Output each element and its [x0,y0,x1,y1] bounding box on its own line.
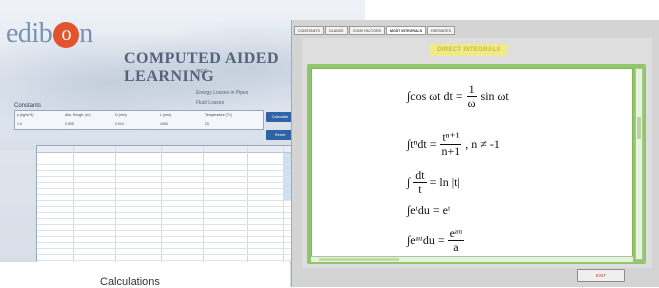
formula-lhs: ∫ [407,175,411,189]
tab-glance[interactable]: GLANCE [324,26,348,35]
constants-value[interactable]: 0.014 [115,122,124,126]
calculate-button[interactable]: Calculate [266,112,294,122]
formula-rhs: sin ωt [480,89,509,103]
tab-constants[interactable]: CONSTANTS [294,26,324,35]
formula-rhs: , n ≠ -1 [465,137,500,151]
constants-value[interactable]: 0.005 [65,122,74,126]
constants-label: Constants [14,103,42,109]
formula-lhs: ∫eᵃᵘdu = [407,233,445,247]
table-row[interactable] [37,255,297,261]
constants-value[interactable]: 20 [205,122,209,126]
fraction-numerator: tⁿ⁺¹ [440,130,462,145]
panel-title: DIRECT INTEGRALS [430,44,508,56]
fraction-numerator: eᵃᵘ [447,226,465,241]
exit-button[interactable]: EXIT [577,269,625,282]
experiment-name: Energy Losses in Pipes [196,90,249,96]
tab-strip: CONSTANTS GLANCE CONV FACTORS MOST INTEG… [294,26,455,35]
constants-value[interactable]: 1000 [160,122,168,126]
results-grid [36,145,298,263]
constants-header: D (mm) [115,113,127,117]
formula-lhs: ∫tⁿdt = [407,137,437,151]
constants-header: p (kg/m^3) [17,113,34,117]
formula-fraction: eᵃᵘ a [447,226,465,254]
formula-fraction: tⁿ⁺¹ n+1 [440,131,463,158]
constants-header: Temperature (°C) [205,113,232,117]
results-grid-header [37,146,297,153]
constants-header: L (mm) [160,113,171,117]
formula-lhs: ∫cos ωt dt = [407,89,463,103]
formula-exp-integral: ∫eᵗdu = eᵗ [407,203,450,218]
tab-most-integrals[interactable]: MOST INTEGRALS [385,26,427,35]
formula-power-integral: ∫tⁿdt = tⁿ⁺¹ n+1 , n ≠ -1 [407,131,500,158]
formula-log-integral: ∫ dt t = ln |t| [407,169,460,196]
formula-fraction: 1 ω [466,83,478,110]
formula-lhs: ∫eᵗdu = eᵗ [407,203,451,217]
tab-derivates[interactable]: DERIVATES [427,26,455,35]
fraction-denominator: n+1 [441,144,461,158]
vertical-scrollbar[interactable] [635,68,643,260]
formula-rhs: = ln |t| [429,175,460,189]
app-subtitle: ITEC [196,69,208,75]
formula-display: ∫cos ωt dt = 1 ω sin ωt ∫tⁿdt = tⁿ⁺¹ n+1… [311,68,633,260]
edibon-logo: edib o n [6,18,93,49]
formula-fraction: dt t [413,168,427,196]
formula-cos-integral: ∫cos ωt dt = 1 ω sin ωt [407,83,509,110]
calculations-caption: Calculations [100,276,160,288]
formula-frame: ∫cos ωt dt = 1 ω sin ωt ∫tⁿdt = tⁿ⁺¹ n+1… [307,64,646,264]
integrals-window: CONSTANTS GLANCE CONV FACTORS MOST INTEG… [291,20,659,287]
fraction-denominator: t [418,182,422,196]
scrollbar-thumb[interactable] [637,117,641,139]
fraction-denominator: ω [467,96,476,110]
fraction-denominator: a [453,240,459,254]
fraction-numerator: 1 [466,82,477,97]
reset-button[interactable]: Reset [266,130,294,140]
formula-exp-au-integral: ∫eᵃᵘdu = eᵃᵘ a [407,227,467,254]
experiment-section: Fluid Losses [196,100,225,106]
constants-value[interactable]: 1.0 [17,122,22,126]
horizontal-scrollbar[interactable] [311,256,633,262]
scrollbar-thumb[interactable] [319,258,399,261]
fraction-numerator: dt [413,168,427,183]
constants-header: Abs. Rough. (m) [65,113,91,117]
integrals-panel: DIRECT INTEGRALS ∫cos ωt dt = 1 ω sin ωt… [302,38,652,268]
tab-conv-factors[interactable]: CONV FACTORS [348,26,385,35]
constants-table: p (kg/m^3) Abs. Rough. (m) D (mm) L (mm)… [14,110,264,130]
